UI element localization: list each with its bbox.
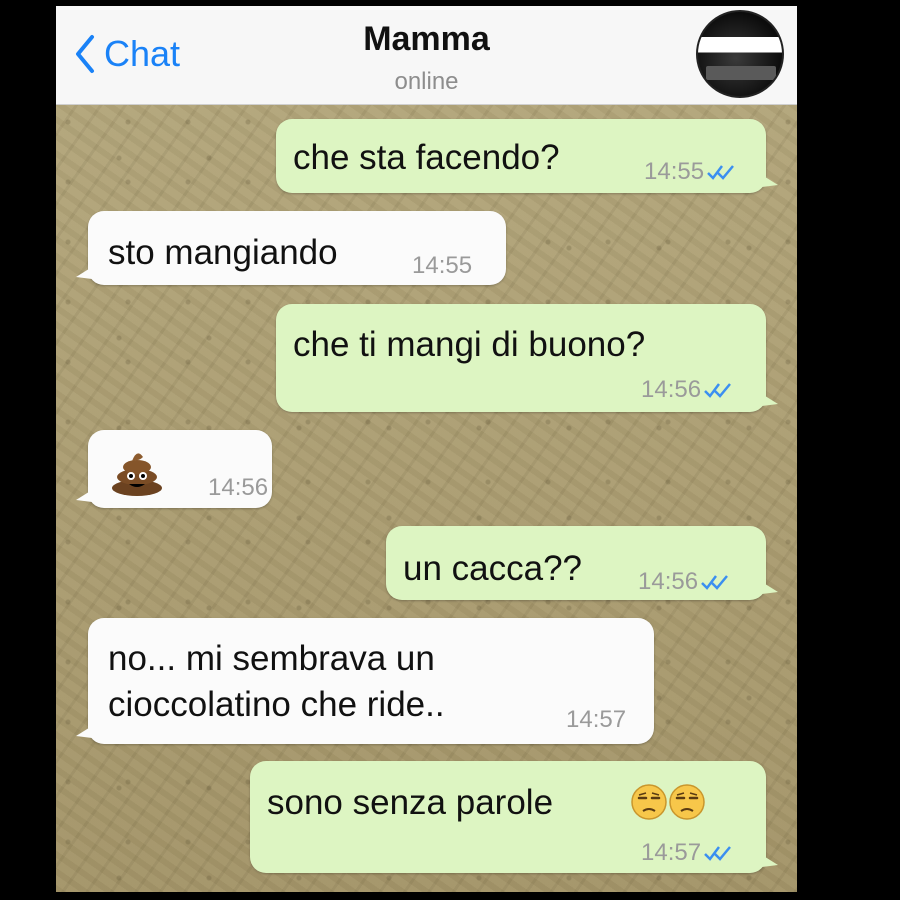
- message-bubble-outgoing[interactable]: un cacca?? 14:56: [386, 526, 778, 600]
- unamused-face-icon: [631, 784, 667, 820]
- contact-name[interactable]: Mamma: [56, 20, 797, 59]
- message-bubble-incoming[interactable]: no... mi sembrava un cioccolatino che ri…: [76, 618, 654, 744]
- message-meta: 14:57: [566, 706, 626, 734]
- message-time: 14:55: [412, 252, 473, 279]
- message-text: sto mangiando: [108, 233, 338, 272]
- message-time: 14:56: [641, 376, 702, 403]
- message-meta: 14:56: [638, 568, 731, 596]
- message-text: un cacca??: [403, 549, 583, 588]
- message-bubble-incoming[interactable]: 14:56: [76, 430, 272, 508]
- avatar[interactable]: [696, 10, 784, 98]
- message-text: che sta facendo?: [293, 138, 560, 177]
- message-time: 14:55: [644, 158, 705, 185]
- message-meta: 14:55: [644, 158, 737, 186]
- message-text: sono senza parole: [267, 783, 554, 822]
- message-bubble-outgoing[interactable]: che sta facendo? 14:55: [276, 119, 778, 193]
- contact-status: online: [394, 68, 459, 95]
- double-check-icon: [704, 383, 732, 399]
- message-time: 14:57: [641, 839, 702, 866]
- pile-of-poo-icon: [112, 453, 162, 496]
- message-meta: 14:56: [641, 376, 734, 404]
- message-meta: 14:56: [208, 474, 268, 502]
- double-check-icon: [704, 846, 732, 862]
- message-meta: 14:55: [412, 252, 472, 280]
- message-bubble-incoming[interactable]: sto mangiando 14:55: [76, 211, 506, 285]
- message-bubble-outgoing[interactable]: che ti mangi di buono? 14:56: [276, 304, 778, 412]
- message-bubble-outgoing[interactable]: sono senza parole 14:57: [250, 761, 778, 873]
- chat-screen: Chat Mamma online che sta facendo? 14:55…: [56, 6, 797, 892]
- chat-header: Chat Mamma online: [56, 6, 797, 105]
- double-check-icon: [701, 575, 729, 591]
- unamused-face-icon: [669, 784, 705, 820]
- message-time: 14:57: [566, 706, 627, 733]
- message-meta: 14:57: [641, 839, 734, 867]
- message-text: no... mi sembrava un cioccolatino che ri…: [108, 639, 445, 724]
- message-text: che ti mangi di buono?: [293, 325, 646, 364]
- message-time: 14:56: [638, 568, 699, 595]
- double-check-icon: [707, 165, 735, 181]
- message-time: 14:56: [208, 474, 269, 501]
